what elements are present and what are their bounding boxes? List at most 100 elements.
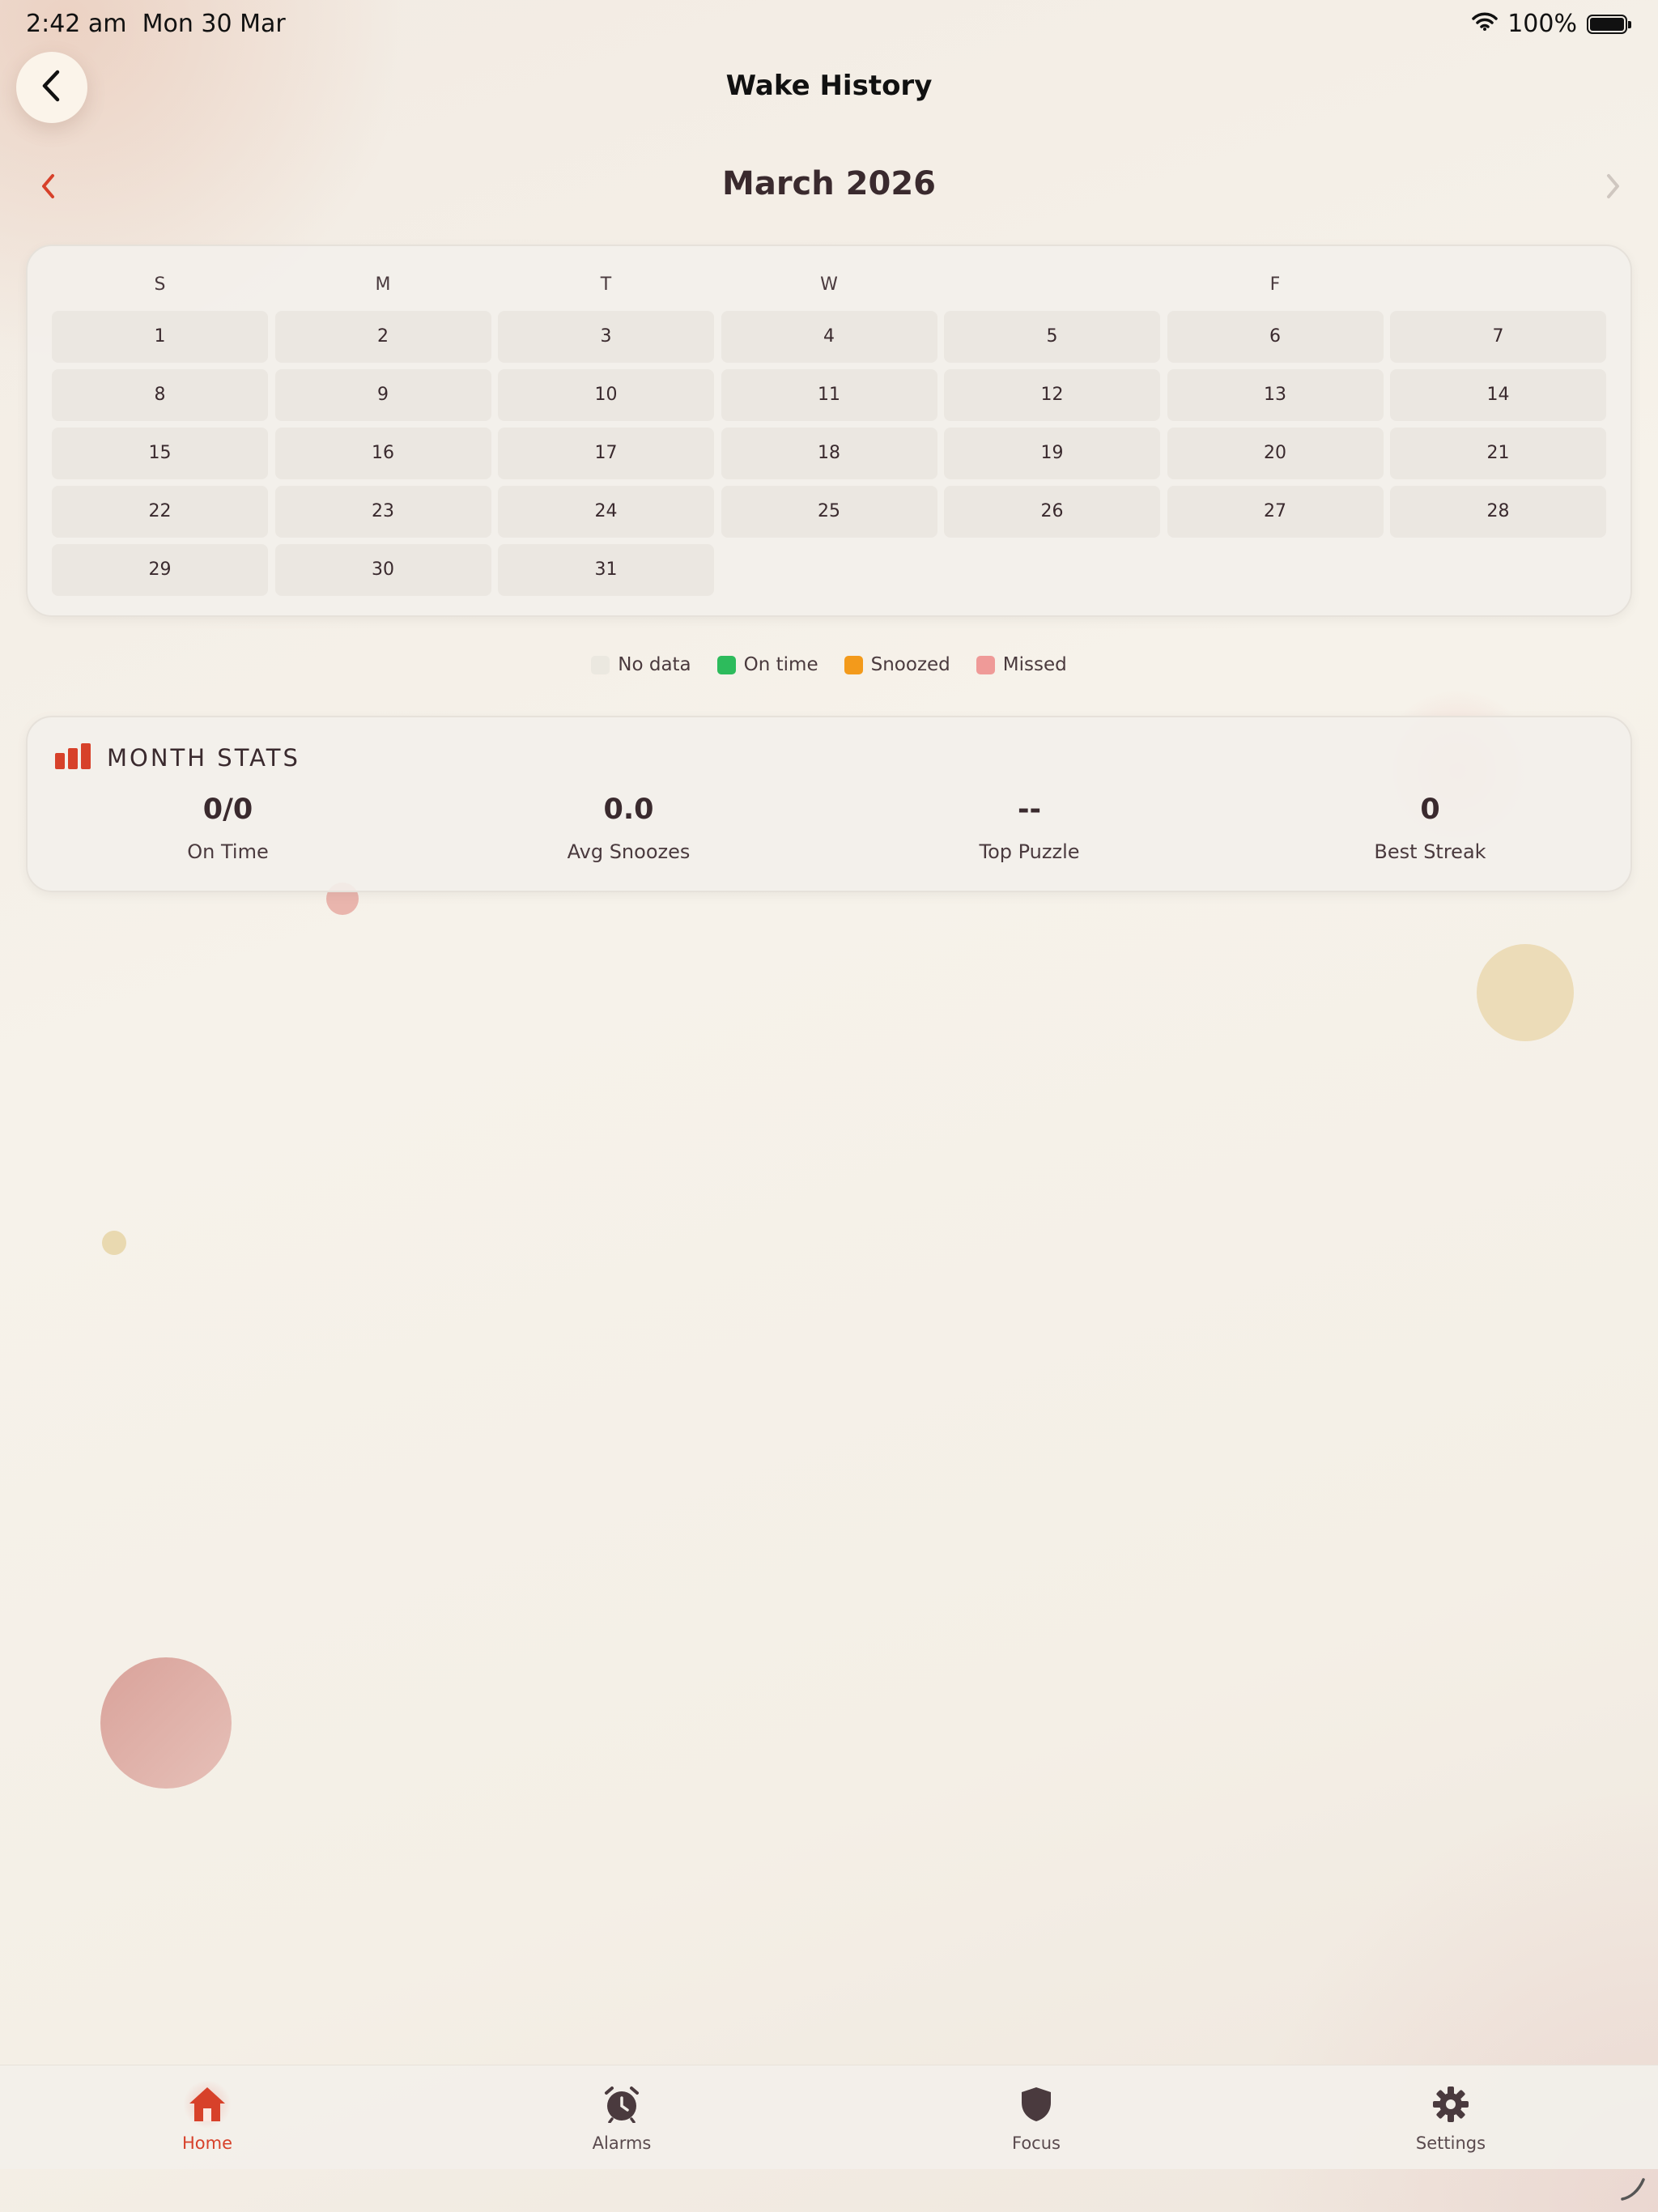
gear-icon [1426, 2080, 1475, 2129]
stat-value: 0 [1420, 793, 1440, 826]
calendar-legend: No data On time Snoozed Missed [0, 654, 1658, 675]
stat-value: -- [1017, 793, 1042, 826]
calendar-card: S M T W F 1 2 3 4 5 6 7 8 9 10 11 12 13 … [26, 245, 1632, 617]
status-bar: 2:42 am Mon 30 Mar 100% [0, 0, 1658, 52]
calendar-day[interactable]: 11 [721, 369, 937, 421]
legend-item-missed: Missed [976, 654, 1067, 675]
calendar-day[interactable]: 16 [274, 428, 491, 479]
calendar-day[interactable]: 7 [1390, 311, 1606, 363]
weekday-label: S [154, 274, 166, 295]
calendar-day[interactable]: 15 [52, 428, 268, 479]
weekday-label: M [375, 274, 391, 295]
decor-bubble [1477, 944, 1574, 1041]
legend-swatch [716, 655, 736, 674]
shield-icon [1012, 2080, 1061, 2129]
calendar-day[interactable]: 9 [274, 369, 491, 421]
resize-handle-icon [1619, 2175, 1647, 2206]
legend-swatch [844, 655, 863, 674]
stat-label: Best Streak [1374, 840, 1486, 863]
weekday-label: T [600, 274, 612, 295]
wifi-icon [1472, 10, 1498, 38]
calendar-day[interactable]: 14 [1390, 369, 1606, 421]
month-stats-header: MONTH STATS [55, 743, 300, 772]
next-month-button[interactable] [1596, 170, 1629, 202]
weekday-label: F [1269, 274, 1281, 295]
stat-best-streak: 0 Best Streak [1230, 793, 1630, 863]
calendar-day[interactable]: 30 [274, 544, 491, 596]
alarm-clock-icon [597, 2080, 646, 2129]
calendar-grid: S M T W F 1 2 3 4 5 6 7 8 9 10 11 12 13 … [52, 270, 1606, 596]
calendar-day[interactable]: 26 [944, 486, 1160, 538]
battery-icon [1587, 14, 1631, 34]
legend-label: Missed [1002, 654, 1067, 675]
page-title: Wake History [725, 70, 933, 102]
month-stats-row: 0/0 On Time 0.0 Avg Snoozes -- Top Puzzl… [28, 793, 1630, 863]
legend-swatch [591, 655, 610, 674]
stat-label: On Time [187, 840, 269, 863]
legend-label: No data [618, 654, 691, 675]
calendar-day[interactable]: 3 [498, 311, 714, 363]
month-stats-title: MONTH STATS [107, 744, 300, 772]
calendar-day[interactable]: 21 [1390, 428, 1606, 479]
calendar-day[interactable]: 29 [52, 544, 268, 596]
weekday-header: S M T W F [52, 270, 1606, 300]
calendar-day[interactable]: 4 [721, 311, 937, 363]
calendar-day[interactable]: 20 [1167, 428, 1384, 479]
stat-value: 0/0 [202, 793, 253, 826]
calendar-day[interactable]: 18 [721, 428, 937, 479]
calendar-day[interactable]: 31 [498, 544, 714, 596]
tab-label: Focus [1012, 2133, 1061, 2153]
calendar-day[interactable]: 6 [1167, 311, 1384, 363]
legend-label: Snoozed [870, 654, 950, 675]
stat-label: Top Puzzle [979, 840, 1080, 863]
stat-avg-snoozes: 0.0 Avg Snoozes [428, 793, 829, 863]
tab-label: Alarms [592, 2133, 652, 2153]
bar-chart-icon [55, 743, 91, 772]
legend-item-snoozed: Snoozed [844, 654, 950, 675]
weekday-label [944, 270, 1160, 300]
status-indicators: 100% [1472, 10, 1631, 38]
month-stats-card: MONTH STATS 0/0 On Time 0.0 Avg Snoozes … [26, 716, 1632, 892]
calendar-day[interactable]: 8 [52, 369, 268, 421]
weekday-label [1390, 270, 1606, 300]
stat-label: Avg Snoozes [567, 840, 691, 863]
tab-label: Home [181, 2133, 232, 2153]
stat-top-puzzle: -- Top Puzzle [829, 793, 1230, 863]
legend-item-no-data: No data [591, 654, 691, 675]
stat-on-time: 0/0 On Time [28, 793, 428, 863]
calendar-day[interactable]: 25 [721, 486, 937, 538]
calendar-day[interactable]: 1 [52, 311, 268, 363]
calendar-day[interactable]: 2 [274, 311, 491, 363]
battery-percent: 100% [1507, 10, 1577, 38]
calendar-days: 1 2 3 4 5 6 7 8 9 10 11 12 13 14 15 16 1… [52, 311, 1606, 596]
tab-bar: Home Alarms Focus Settings [0, 2065, 1658, 2169]
tab-settings[interactable]: Settings [1354, 2080, 1548, 2153]
tab-focus[interactable]: Focus [939, 2080, 1133, 2153]
calendar-day[interactable]: 19 [944, 428, 1160, 479]
calendar-day[interactable]: 28 [1390, 486, 1606, 538]
month-navigator: March 2026 [0, 162, 1658, 211]
calendar-day[interactable]: 24 [498, 486, 714, 538]
weekday-label: W [820, 274, 838, 295]
legend-label: On time [743, 654, 818, 675]
decor-bubble [102, 1231, 126, 1255]
calendar-day[interactable]: 12 [944, 369, 1160, 421]
legend-item-on-time: On time [716, 654, 818, 675]
calendar-day[interactable]: 10 [498, 369, 714, 421]
chevron-right-icon [1607, 174, 1619, 198]
calendar-day[interactable]: 5 [944, 311, 1160, 363]
status-time: 2:42 am Mon 30 Mar [26, 10, 286, 38]
calendar-day[interactable]: 27 [1167, 486, 1384, 538]
legend-swatch [976, 655, 995, 674]
calendar-day[interactable]: 23 [274, 486, 491, 538]
month-title: March 2026 [722, 165, 936, 202]
stat-value: 0.0 [603, 793, 654, 826]
tab-home[interactable]: Home [110, 2080, 304, 2153]
home-icon [183, 2080, 232, 2129]
decor-bubble [100, 1657, 232, 1789]
tab-alarms[interactable]: Alarms [525, 2080, 719, 2153]
calendar-day[interactable]: 13 [1167, 369, 1384, 421]
calendar-day[interactable]: 22 [52, 486, 268, 538]
tab-label: Settings [1415, 2133, 1486, 2153]
calendar-day[interactable]: 17 [498, 428, 714, 479]
